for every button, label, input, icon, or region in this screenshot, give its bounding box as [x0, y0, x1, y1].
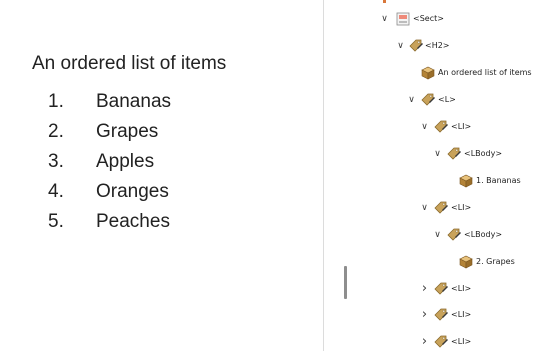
tree-node[interactable]: › <LI> — [0, 307, 542, 323]
tree-node-label: <Sect> — [413, 14, 444, 23]
chevron-down-icon[interactable]: ∨ — [419, 119, 430, 135]
tree-node-label: <LI> — [451, 122, 472, 131]
tree-node[interactable]: ∨ <LI> — [0, 119, 542, 135]
tree-node[interactable]: ∨ <L> — [0, 92, 542, 108]
tag-icon — [433, 119, 449, 135]
tree-node-label: <LBody> — [464, 230, 503, 239]
tree-node[interactable]: ∨ <LI> — [0, 200, 542, 216]
tag-icon — [433, 307, 449, 323]
tree-node-label: An ordered list of items — [438, 68, 532, 77]
content-container-icon — [458, 254, 474, 270]
tag-icon — [433, 281, 449, 297]
tree-node-label: <LI> — [451, 203, 472, 212]
chevron-down-icon[interactable]: ∨ — [395, 38, 406, 54]
tree-node[interactable]: ∨ <LBody> — [0, 227, 542, 243]
tag-icon — [446, 146, 462, 162]
content-container-icon — [420, 65, 436, 81]
chevron-down-icon[interactable]: ∨ — [432, 146, 443, 162]
tree-node[interactable]: › <LI> — [0, 334, 542, 350]
section-icon — [395, 11, 411, 27]
tag-icon — [420, 92, 436, 108]
tree-node[interactable]: An ordered list of items — [0, 65, 542, 81]
tag-icon — [446, 227, 462, 243]
accent-mark — [383, 0, 386, 3]
tree-node-label: <L> — [438, 95, 456, 104]
tree-node-label: <H2> — [425, 41, 450, 50]
chevron-down-icon[interactable]: ∨ — [379, 11, 390, 27]
tree-node-label: 2. Grapes — [476, 257, 515, 266]
tree-node[interactable]: ∨ <H2> — [0, 38, 542, 54]
chevron-right-icon[interactable]: › — [419, 334, 430, 350]
tree-node[interactable]: 1. Bananas — [0, 173, 542, 189]
tag-icon — [408, 38, 424, 54]
chevron-right-icon[interactable]: › — [419, 307, 430, 323]
chevron-down-icon[interactable]: ∨ — [406, 92, 417, 108]
tree-node-label: <LBody> — [464, 149, 503, 158]
tree-node-label: <LI> — [451, 284, 472, 293]
tree-node-label: <LI> — [451, 310, 472, 319]
tree-node[interactable]: ∨ <LBody> — [0, 146, 542, 162]
chevron-down-icon[interactable]: ∨ — [432, 227, 443, 243]
content-container-icon — [458, 173, 474, 189]
tree-node[interactable]: › <LI> — [0, 281, 542, 297]
chevron-right-icon[interactable]: › — [419, 281, 430, 297]
tag-icon — [433, 334, 449, 350]
tree-node-label: <LI> — [451, 337, 472, 346]
tag-icon — [433, 200, 449, 216]
tree-node[interactable]: 2. Grapes — [0, 254, 542, 270]
tree-node[interactable]: ∨ <Sect> — [0, 11, 542, 27]
tree-node-label: 1. Bananas — [476, 176, 521, 185]
chevron-down-icon[interactable]: ∨ — [419, 200, 430, 216]
